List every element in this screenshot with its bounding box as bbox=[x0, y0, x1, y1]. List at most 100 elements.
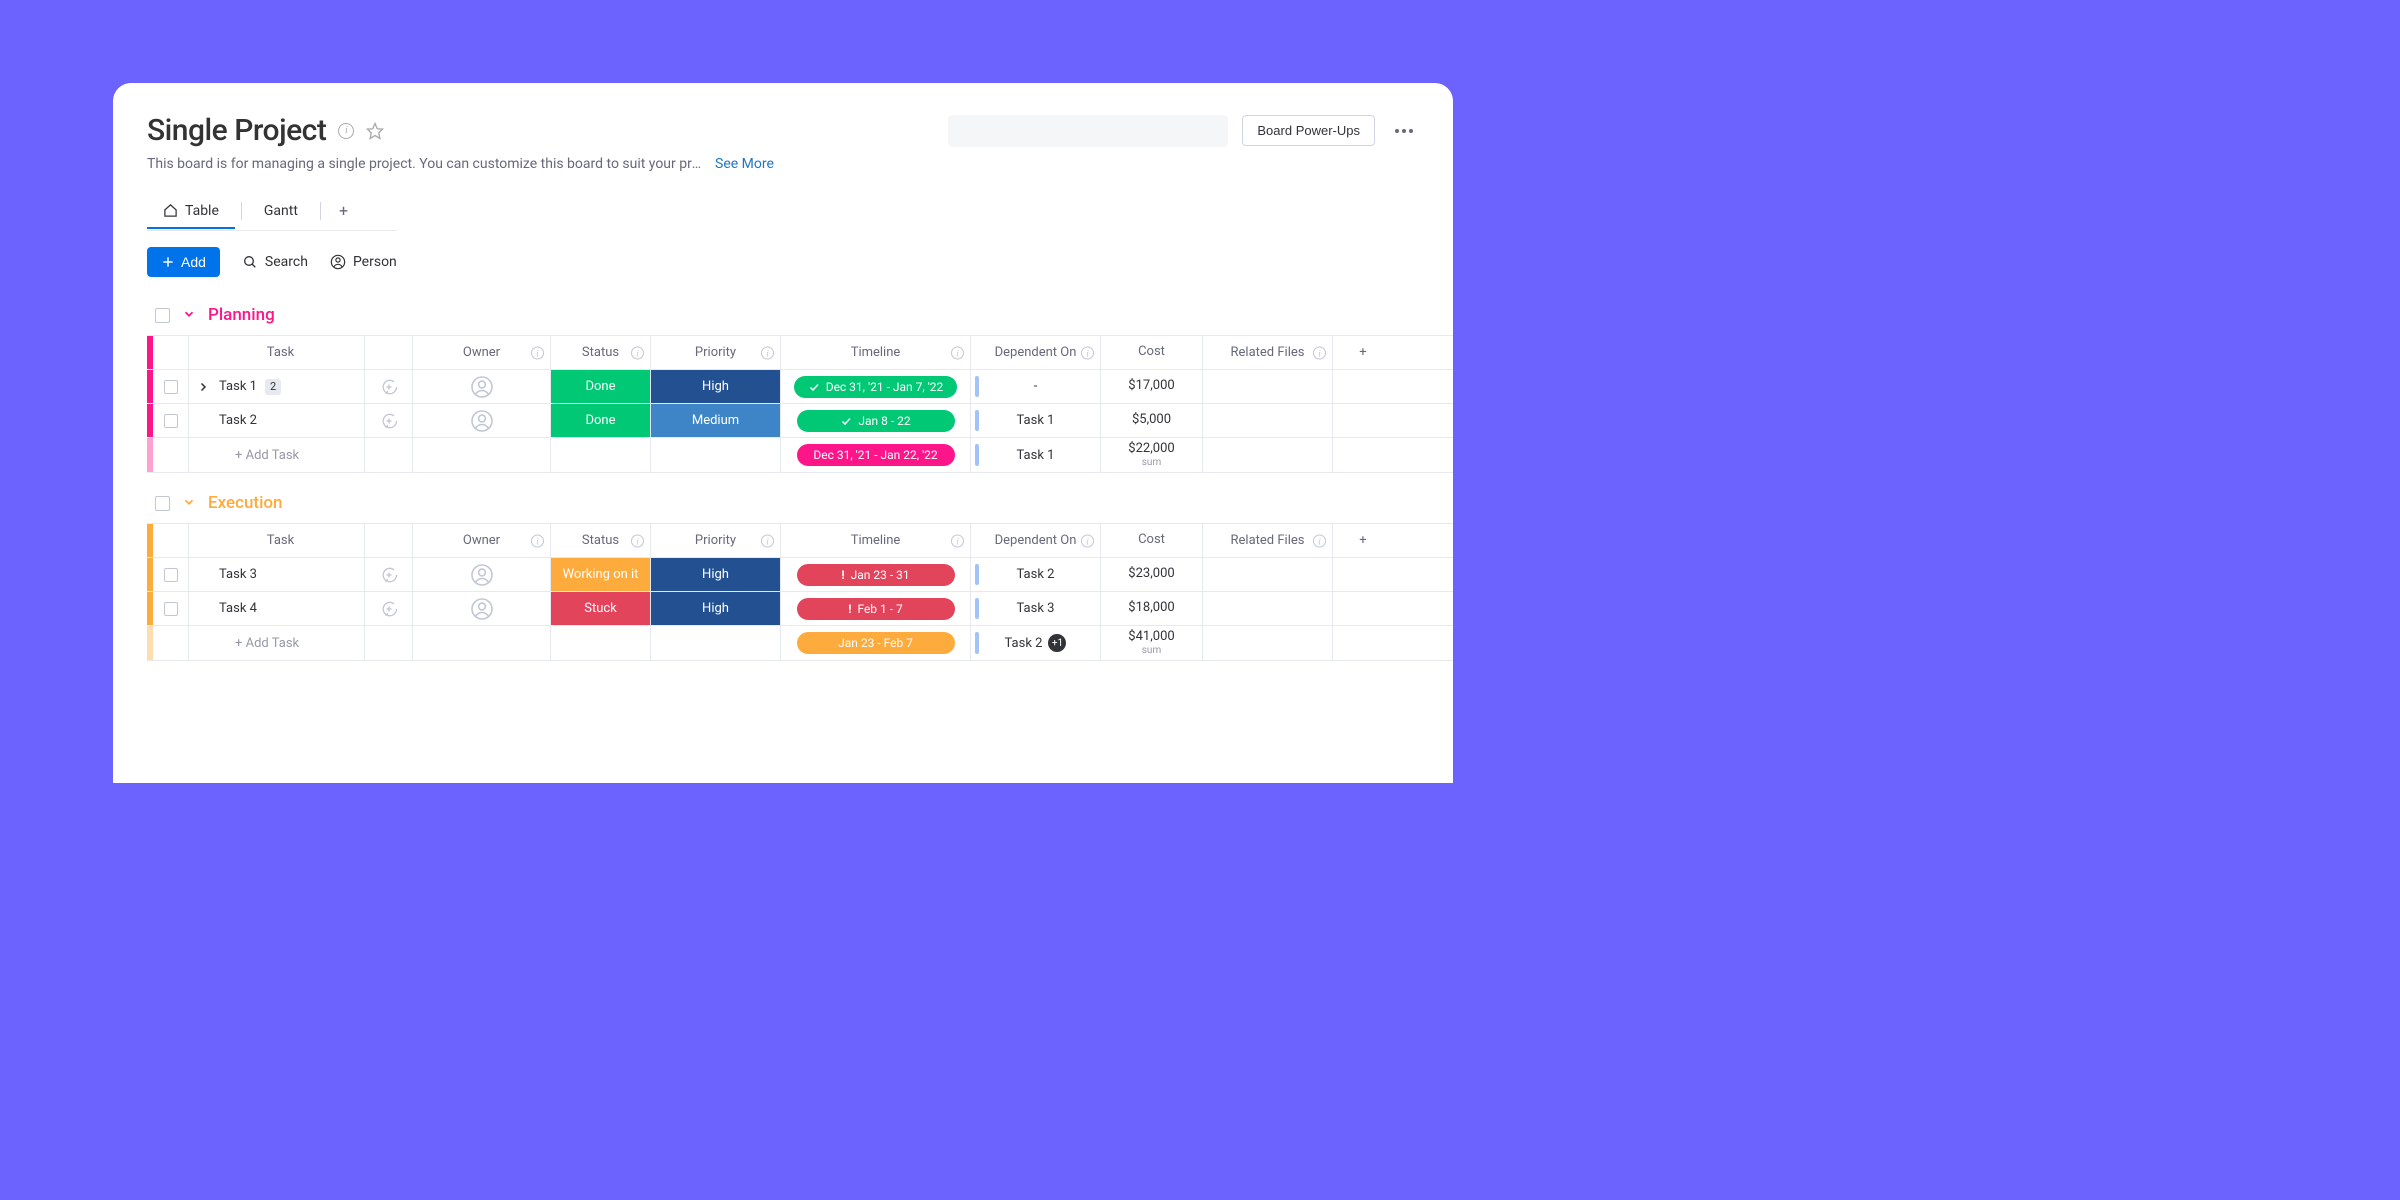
row-checkbox[interactable] bbox=[153, 404, 189, 437]
info-icon[interactable]: i bbox=[338, 123, 354, 139]
group-checkbox[interactable] bbox=[155, 308, 170, 323]
col-owner[interactable]: Owneri bbox=[413, 336, 551, 369]
col-cost[interactable]: Cost bbox=[1101, 524, 1203, 557]
info-icon[interactable]: i bbox=[1081, 533, 1094, 548]
col-files[interactable]: Related Filesi bbox=[1203, 524, 1333, 557]
cost-cell[interactable]: $18,000 bbox=[1101, 592, 1203, 625]
priority-cell[interactable]: Medium bbox=[651, 404, 781, 437]
files-cell[interactable] bbox=[1203, 558, 1333, 591]
col-owner[interactable]: Owneri bbox=[413, 524, 551, 557]
col-status[interactable]: Statusi bbox=[551, 336, 651, 369]
see-more-link[interactable]: See More bbox=[715, 156, 774, 172]
group-title[interactable]: Execution bbox=[208, 493, 283, 513]
collapse-group-icon[interactable] bbox=[182, 306, 196, 325]
owner-cell[interactable] bbox=[413, 404, 551, 437]
col-priority[interactable]: Priorityi bbox=[651, 524, 781, 557]
tab-table[interactable]: Table bbox=[147, 194, 235, 228]
col-dependent[interactable]: Dependent Oni bbox=[971, 336, 1101, 369]
add-column-button[interactable]: + bbox=[1333, 524, 1393, 557]
col-status[interactable]: Statusi bbox=[551, 524, 651, 557]
dependent-cell[interactable]: Task 2 bbox=[971, 558, 1101, 591]
timeline-cell[interactable]: Dec 31, '21 - Jan 7, '22 bbox=[781, 370, 971, 403]
board-powerups-button[interactable]: Board Power-Ups bbox=[1242, 115, 1375, 146]
cost-cell[interactable]: $23,000 bbox=[1101, 558, 1203, 591]
owner-placeholder-icon[interactable] bbox=[470, 563, 494, 587]
info-icon[interactable]: i bbox=[951, 533, 964, 548]
chat-cell[interactable] bbox=[365, 404, 413, 437]
col-task[interactable]: Task bbox=[189, 336, 365, 369]
search-tool[interactable]: Search bbox=[242, 254, 308, 270]
info-icon[interactable]: i bbox=[531, 345, 544, 360]
add-view-button[interactable]: + bbox=[327, 192, 360, 229]
col-task[interactable]: Task bbox=[189, 524, 365, 557]
info-icon[interactable]: i bbox=[531, 533, 544, 548]
add-task-button[interactable]: + Add Task bbox=[189, 438, 365, 472]
star-icon[interactable] bbox=[366, 122, 384, 140]
priority-cell[interactable]: High bbox=[651, 558, 781, 591]
status-cell[interactable]: Working on it bbox=[551, 558, 651, 591]
timeline-cell[interactable]: !Jan 23 - 31 bbox=[781, 558, 971, 591]
files-cell[interactable] bbox=[1203, 592, 1333, 625]
status-cell[interactable]: Done bbox=[551, 404, 651, 437]
group-title[interactable]: Planning bbox=[208, 305, 275, 325]
info-icon[interactable]: i bbox=[951, 345, 964, 360]
owner-cell[interactable] bbox=[413, 592, 551, 625]
info-icon[interactable]: i bbox=[631, 533, 644, 548]
col-timeline[interactable]: Timelinei bbox=[781, 524, 971, 557]
chat-add-icon[interactable] bbox=[379, 599, 399, 619]
dependent-cell[interactable]: Task 1 bbox=[971, 404, 1101, 437]
add-button[interactable]: Add bbox=[147, 247, 220, 277]
info-icon[interactable]: i bbox=[761, 533, 774, 548]
task-name-cell[interactable]: Task 2 bbox=[189, 404, 365, 437]
cost-cell[interactable]: $5,000 bbox=[1101, 404, 1203, 437]
chat-cell[interactable] bbox=[365, 592, 413, 625]
add-task-button[interactable]: + Add Task bbox=[189, 626, 365, 660]
task-name-cell[interactable]: Task 12 bbox=[189, 370, 365, 403]
info-icon[interactable]: i bbox=[761, 345, 774, 360]
chat-cell[interactable] bbox=[365, 558, 413, 591]
add-column-button[interactable]: + bbox=[1333, 336, 1393, 369]
row-checkbox[interactable] bbox=[153, 592, 189, 625]
group-checkbox[interactable] bbox=[155, 496, 170, 511]
dependent-cell[interactable]: Task 3 bbox=[971, 592, 1101, 625]
files-cell[interactable] bbox=[1203, 404, 1333, 437]
person-tool[interactable]: Person bbox=[330, 254, 397, 270]
col-timeline[interactable]: Timelinei bbox=[781, 336, 971, 369]
priority-cell[interactable]: High bbox=[651, 592, 781, 625]
chat-add-icon[interactable] bbox=[379, 411, 399, 431]
dependent-cell[interactable]: - bbox=[971, 370, 1101, 403]
info-icon[interactable]: i bbox=[1081, 345, 1094, 360]
more-menu-icon[interactable] bbox=[1389, 123, 1419, 139]
chat-cell[interactable] bbox=[365, 370, 413, 403]
col-dependent[interactable]: Dependent Oni bbox=[971, 524, 1101, 557]
summary-row: + Add Task Jan 23 - Feb 7 Task 2+1 $41,0… bbox=[147, 626, 1453, 660]
timeline-cell[interactable]: !Feb 1 - 7 bbox=[781, 592, 971, 625]
status-cell[interactable]: Done bbox=[551, 370, 651, 403]
info-icon[interactable]: i bbox=[1313, 345, 1326, 360]
task-name-cell[interactable]: Task 4 bbox=[189, 592, 365, 625]
row-checkbox[interactable] bbox=[153, 558, 189, 591]
chat-add-icon[interactable] bbox=[379, 565, 399, 585]
row-checkbox[interactable] bbox=[153, 370, 189, 403]
expand-subitems-icon[interactable] bbox=[197, 381, 211, 393]
timeline-cell[interactable]: Jan 8 - 22 bbox=[781, 404, 971, 437]
info-icon[interactable]: i bbox=[631, 345, 644, 360]
col-priority[interactable]: Priorityi bbox=[651, 336, 781, 369]
files-cell[interactable] bbox=[1203, 370, 1333, 403]
collapse-group-icon[interactable] bbox=[182, 494, 196, 513]
owner-cell[interactable] bbox=[413, 370, 551, 403]
chat-add-icon[interactable] bbox=[379, 377, 399, 397]
col-files[interactable]: Related Filesi bbox=[1203, 336, 1333, 369]
owner-placeholder-icon[interactable] bbox=[470, 409, 494, 433]
col-cost[interactable]: Cost bbox=[1101, 336, 1203, 369]
owner-placeholder-icon[interactable] bbox=[470, 375, 494, 399]
task-name-cell[interactable]: Task 3 bbox=[189, 558, 365, 591]
owner-placeholder-icon[interactable] bbox=[470, 597, 494, 621]
priority-cell[interactable]: High bbox=[651, 370, 781, 403]
tab-gantt[interactable]: Gantt bbox=[248, 194, 314, 228]
owner-cell[interactable] bbox=[413, 558, 551, 591]
cost-cell[interactable]: $17,000 bbox=[1101, 370, 1203, 403]
info-icon[interactable]: i bbox=[1313, 533, 1326, 548]
status-cell[interactable]: Stuck bbox=[551, 592, 651, 625]
dependent-more-badge[interactable]: +1 bbox=[1048, 634, 1066, 652]
